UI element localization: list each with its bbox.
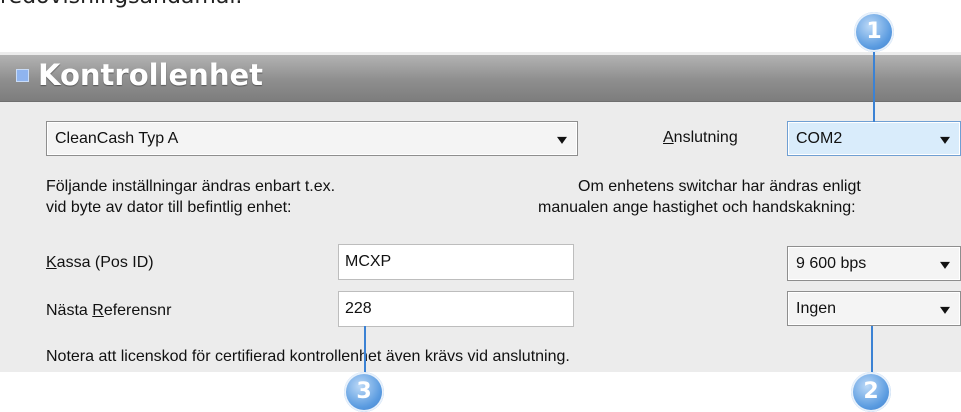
- connection-select-value: COM2: [796, 129, 843, 147]
- reference-label: Nästa Referensnr: [46, 302, 172, 319]
- handshake-select[interactable]: Ingen: [787, 291, 961, 326]
- kassa-input[interactable]: MCXP: [338, 244, 574, 280]
- connection-select[interactable]: COM2: [787, 121, 961, 156]
- chevron-down-icon: [940, 306, 950, 314]
- chevron-down-icon: [557, 136, 567, 144]
- chevron-down-icon: [940, 261, 950, 269]
- callout-1-line: [873, 46, 875, 122]
- handshake-select-value: Ingen: [796, 299, 837, 317]
- reference-input-value: 228: [345, 300, 372, 317]
- callout-2-line: [871, 326, 873, 376]
- speed-select[interactable]: 9 600 bps: [787, 246, 961, 281]
- connection-label: Anslutning: [663, 129, 738, 146]
- chevron-down-icon: [940, 136, 950, 144]
- control-unit-select-value: CleanCash Typ A: [55, 129, 179, 147]
- license-note: Notera att licenskod för certifierad kon…: [46, 348, 570, 365]
- intro-text-fragment: redovisningsändamål.: [0, 0, 242, 9]
- info-left-line1: Följande inställningar ändras enbart t.e…: [46, 178, 336, 195]
- callout-3-line: [364, 326, 366, 376]
- speed-select-value: 9 600 bps: [796, 254, 867, 272]
- callout-2-badge: 2: [851, 372, 891, 412]
- header-bullet-icon: [16, 69, 29, 82]
- info-right-line2: manualen ange hastighet och handskakning…: [538, 199, 856, 216]
- reference-input[interactable]: 228: [338, 291, 574, 327]
- callout-3-badge: 3: [344, 372, 384, 412]
- control-unit-select[interactable]: CleanCash Typ A: [46, 121, 578, 156]
- kassa-label: Kassa (Pos ID): [46, 254, 154, 271]
- section-title: Kontrollenhet: [38, 58, 263, 92]
- info-right-line1: Om enhetens switchar har ändras enligt: [578, 178, 861, 195]
- info-left-line2: vid byte av dator till befintlig enhet:: [46, 199, 292, 216]
- callout-1-badge: 1: [854, 12, 894, 52]
- kassa-input-value: MCXP: [345, 253, 392, 270]
